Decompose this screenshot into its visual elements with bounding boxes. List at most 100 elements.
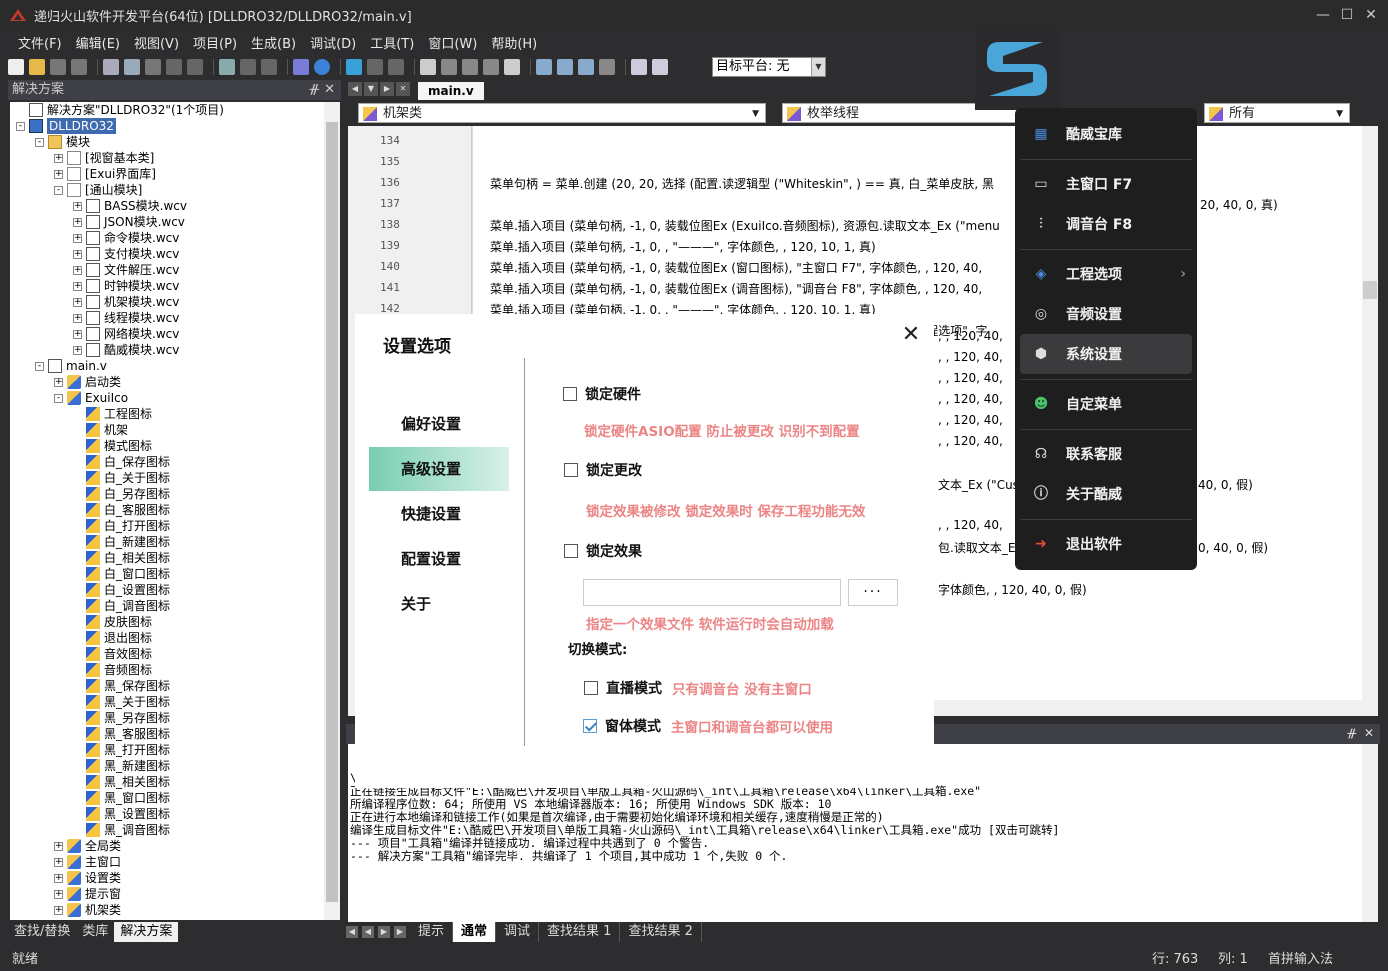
build-icon[interactable] bbox=[293, 59, 309, 75]
menu-item-9[interactable]: ⓘ 关于酷威 bbox=[1020, 474, 1192, 514]
tree-node[interactable]: 黑_窗口图标 bbox=[73, 790, 170, 806]
menu-item-8[interactable]: ☊ 联系客服 bbox=[1020, 434, 1192, 474]
tree-node[interactable]: 白_另存图标 bbox=[73, 486, 170, 502]
tab-close-icon[interactable]: ✕ bbox=[396, 82, 410, 96]
expander-icon[interactable]: - bbox=[35, 361, 44, 371]
tab-down-icon[interactable]: ▼ bbox=[364, 82, 378, 96]
tree-node[interactable]: + 机架类 bbox=[54, 902, 121, 918]
tree-node[interactable]: 黑_新建图标 bbox=[73, 758, 170, 774]
output-scrollbar[interactable] bbox=[1362, 744, 1378, 922]
tree-node[interactable]: + 时钟模块.wcv bbox=[73, 278, 179, 294]
tree-node[interactable]: + 提示窗 bbox=[54, 886, 121, 902]
expander-icon[interactable]: + bbox=[54, 857, 63, 867]
expander-icon[interactable]: + bbox=[73, 329, 82, 339]
tree-node[interactable]: - main.v bbox=[35, 358, 107, 374]
menu-item-7[interactable]: ☻ 自定菜单 bbox=[1020, 384, 1192, 424]
tree-node[interactable]: 工程图标 bbox=[73, 406, 152, 422]
bookmark-prev-icon[interactable] bbox=[578, 59, 594, 75]
tree-node[interactable]: 白_关于图标 bbox=[73, 470, 170, 486]
tree-node[interactable]: + 主窗口 bbox=[54, 854, 121, 870]
tree-node[interactable]: - [通山模块] bbox=[54, 182, 142, 198]
save-icon[interactable] bbox=[50, 59, 66, 75]
output-tab[interactable]: 查找结果 1 bbox=[539, 922, 621, 942]
menu-item[interactable]: 视图(V) bbox=[134, 33, 179, 52]
expander-icon[interactable]: + bbox=[73, 345, 82, 355]
tree-node[interactable]: + JSON模块.wcv bbox=[73, 214, 185, 230]
checkbox-icon[interactable] bbox=[564, 463, 578, 477]
expander-icon[interactable]: + bbox=[73, 313, 82, 323]
tab-main-v[interactable]: main.v bbox=[418, 82, 484, 100]
tree-node[interactable]: 白_相关图标 bbox=[73, 550, 170, 566]
menu-item-4[interactable]: ◈ 工程选项 › bbox=[1020, 254, 1192, 294]
undo-icon[interactable] bbox=[166, 59, 182, 75]
expander-icon[interactable]: + bbox=[54, 377, 63, 387]
tree-node[interactable]: 模式图标 bbox=[73, 438, 152, 454]
run-icon[interactable] bbox=[346, 59, 362, 75]
save-all-icon[interactable] bbox=[71, 59, 87, 75]
tree-node[interactable]: + 设置类 bbox=[54, 870, 121, 886]
tree-node[interactable]: 白_保存图标 bbox=[73, 454, 170, 470]
tab-scroll-icon[interactable]: ◀ bbox=[346, 926, 358, 938]
paste-icon[interactable] bbox=[145, 59, 161, 75]
filter-combo[interactable]: 所有 ▼ bbox=[1204, 103, 1350, 123]
tree-node[interactable]: + 线程模块.wcv bbox=[73, 310, 179, 326]
tree-node[interactable]: + [Exui界面库] bbox=[54, 166, 156, 182]
tree-node[interactable]: 解决方案"DLLDRO32"(1个项目) bbox=[16, 102, 224, 118]
scroll-thumb[interactable] bbox=[326, 122, 338, 902]
tree-scrollbar[interactable] bbox=[324, 102, 340, 920]
output-tab[interactable]: 提示 bbox=[410, 922, 454, 942]
window-mode-checkbox[interactable]: 窗体模式 主窗口和调音台都可以使用 bbox=[583, 716, 833, 736]
lock-effect-checkbox[interactable]: 锁定效果 bbox=[564, 541, 642, 561]
tree-node[interactable]: + [视窗基本类] bbox=[54, 150, 154, 166]
menu-item-2[interactable]: ▭ 主窗口 F7 bbox=[1020, 164, 1192, 204]
menu-item[interactable]: 生成(B) bbox=[251, 33, 296, 52]
pin-icon[interactable]: ᚌ bbox=[310, 80, 319, 100]
checkbox-icon[interactable] bbox=[563, 387, 577, 401]
back-icon[interactable] bbox=[240, 59, 256, 75]
tree-node[interactable]: + 全局类 bbox=[54, 838, 121, 854]
menu-item[interactable]: 窗口(W) bbox=[428, 33, 477, 52]
checkbox-icon[interactable] bbox=[564, 544, 578, 558]
tree-node[interactable]: 黑_另存图标 bbox=[73, 710, 170, 726]
tree-node[interactable]: + BASS模块.wcv bbox=[73, 198, 187, 214]
dialog-nav-item[interactable]: 配置设置 bbox=[369, 537, 509, 581]
expander-icon[interactable]: + bbox=[73, 233, 82, 243]
tree-node[interactable]: - ExuiIco bbox=[54, 390, 128, 406]
checkbox-icon[interactable] bbox=[584, 681, 598, 695]
expander-icon[interactable]: + bbox=[73, 201, 82, 211]
minimize-button[interactable]: — bbox=[1314, 6, 1332, 24]
step-over-icon[interactable] bbox=[462, 59, 478, 75]
open-folder-icon[interactable] bbox=[29, 59, 45, 75]
tree-node[interactable]: 白_窗口图标 bbox=[73, 566, 170, 582]
output-tab[interactable]: 查找结果 2 bbox=[620, 922, 702, 942]
menu-item-10[interactable]: ➜ 退出软件 bbox=[1020, 524, 1192, 564]
preview-icon[interactable] bbox=[652, 59, 668, 75]
editor-vscrollbar[interactable] bbox=[1362, 126, 1378, 700]
expander-icon[interactable]: + bbox=[73, 217, 82, 227]
class-combo[interactable]: 机架类 ▼ bbox=[358, 103, 766, 123]
redo-icon[interactable] bbox=[187, 59, 203, 75]
code-line[interactable]: 菜单.插入项目 (菜单句柄, -1, 0, 装载位图Ex (调音图标), "调音… bbox=[490, 280, 982, 297]
menu-item[interactable]: 编辑(E) bbox=[76, 33, 120, 52]
tree-node[interactable]: + 命令模块.wcv bbox=[73, 230, 179, 246]
dialog-close-icon[interactable]: ✕ bbox=[900, 324, 922, 346]
dialog-nav-item[interactable]: 高级设置 bbox=[369, 447, 509, 491]
expander-icon[interactable]: + bbox=[54, 905, 63, 915]
menu-item[interactable]: 工具(T) bbox=[370, 33, 414, 52]
expander-icon[interactable]: + bbox=[54, 873, 63, 883]
solution-tree[interactable]: 解决方案"DLLDRO32"(1个项目) - DLLDRO32- 模块 + [视窗基本类]… bbox=[10, 102, 324, 920]
dialog-nav-item[interactable]: 快捷设置 bbox=[369, 492, 509, 536]
menu-item-3[interactable]: ⫶ 调音台 F8 bbox=[1020, 204, 1192, 244]
tree-node[interactable]: 音效图标 bbox=[73, 646, 152, 662]
copy-icon[interactable] bbox=[124, 59, 140, 75]
chevron-down-icon[interactable]: ▼ bbox=[811, 58, 825, 76]
tree-node[interactable]: 黑_关于图标 bbox=[73, 694, 170, 710]
tab-scroll-icon[interactable]: ◀ bbox=[362, 926, 374, 938]
expander-icon[interactable]: + bbox=[73, 265, 82, 275]
menu-item[interactable]: 项目(P) bbox=[193, 33, 237, 52]
tree-node[interactable]: - DLLDRO32 bbox=[16, 118, 116, 134]
tree-node[interactable]: 黑_客服图标 bbox=[73, 726, 170, 742]
cut-icon[interactable] bbox=[103, 59, 119, 75]
menu-item-5[interactable]: ◎ 音频设置 bbox=[1020, 294, 1192, 334]
tree-node[interactable]: + 支付模块.wcv bbox=[73, 246, 179, 262]
